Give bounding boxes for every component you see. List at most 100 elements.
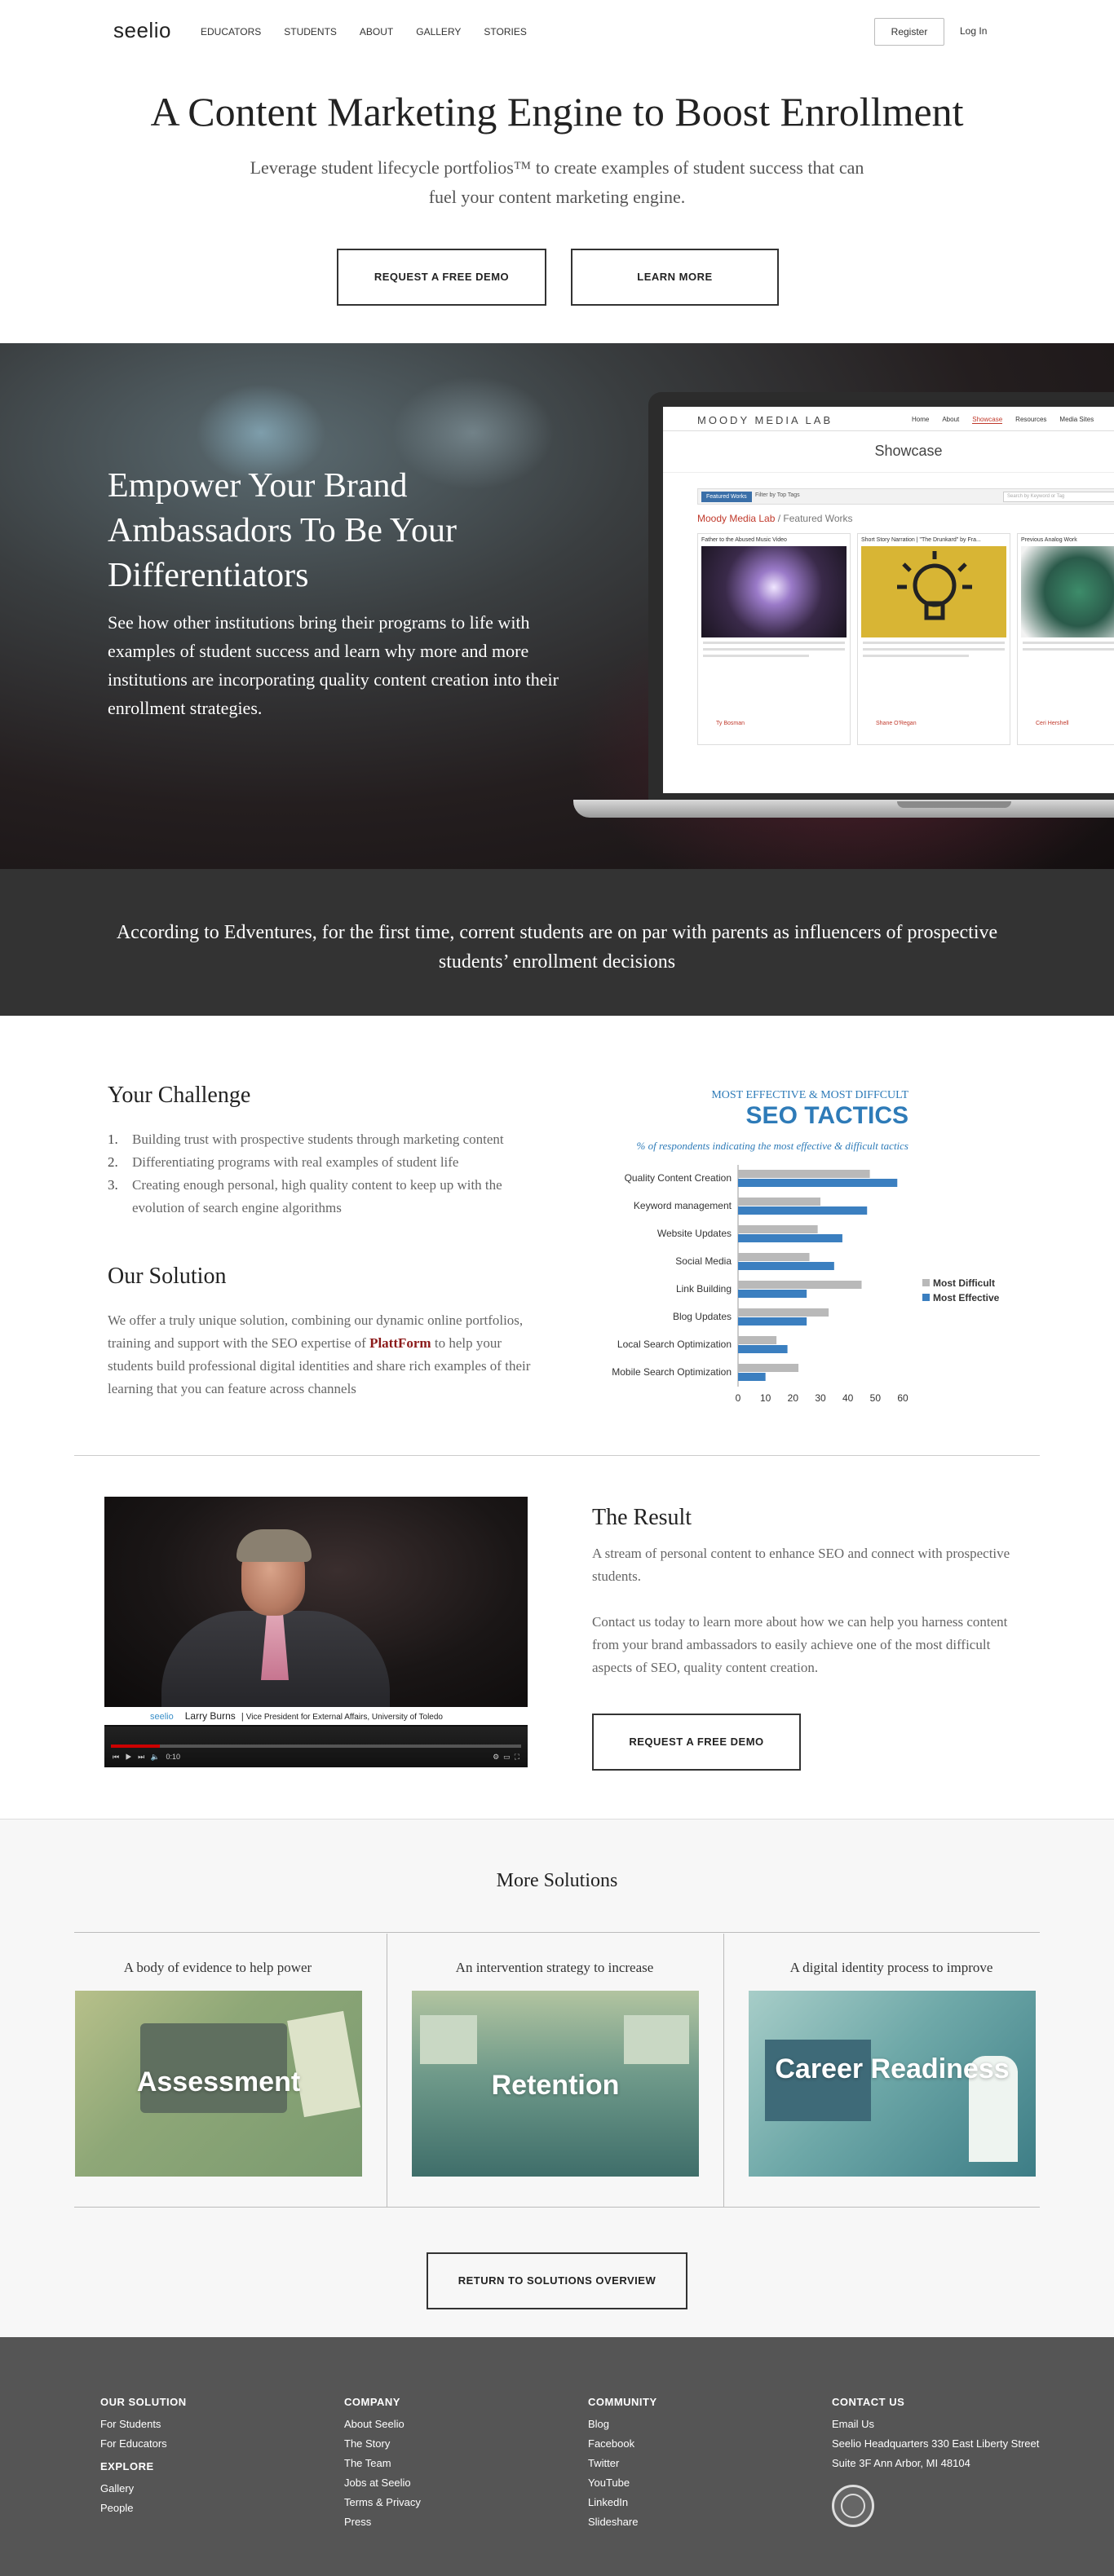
plattform-link[interactable]: PlattForm — [369, 1335, 431, 1351]
column-divider — [723, 1934, 724, 2207]
challenge-item-number: 1. — [108, 1131, 118, 1147]
captions-icon[interactable]: ▭ — [503, 1753, 511, 1761]
laptop-mockup: MOODY MEDIA LAB Home About Showcase Reso… — [648, 392, 1114, 808]
challenge-list: 1. Building trust with prospective studen… — [108, 1128, 532, 1220]
video-brand: seelio — [150, 1712, 174, 1722]
chart-bar — [738, 1373, 766, 1381]
nav-link-educators[interactable]: EDUCATORS — [201, 26, 261, 37]
video-controls-row: ⏮ ▶ ⏭ 🔈 0:10 — [113, 1753, 180, 1762]
screen-card-text — [863, 648, 1005, 651]
footer-link[interactable]: People — [100, 2499, 304, 2518]
footer-link[interactable]: For Educators — [100, 2434, 304, 2454]
chart-tick-label: 40 — [842, 1392, 854, 1404]
lightbulb-image — [861, 546, 1006, 637]
challenge-item-text: Differentiating programs with real examp… — [132, 1154, 459, 1170]
nav-link-stories[interactable]: STORIES — [484, 26, 526, 37]
footer-link[interactable]: LinkedIn — [588, 2493, 792, 2512]
play-icon[interactable]: ▶ — [126, 1753, 132, 1761]
volume-icon[interactable]: 🔈 — [151, 1753, 160, 1761]
register-button[interactable]: Register — [874, 18, 944, 46]
footer-link[interactable]: Terms & Privacy — [344, 2493, 548, 2512]
footer-link[interactable]: Press — [344, 2512, 548, 2532]
screen-card: Short Story Narration | "The Drunkard" b… — [857, 533, 1010, 745]
chart-bar — [738, 1317, 807, 1325]
screen-nav-item: Home — [912, 416, 930, 423]
learn-more-button[interactable]: LEARN MORE — [571, 249, 779, 306]
video-progress-bar[interactable] — [111, 1745, 521, 1748]
footer-col-solution: OUR SOLUTION For Students For Educators … — [100, 2396, 304, 2518]
chart-bar — [738, 1308, 829, 1317]
testimonial-video[interactable]: seelio Larry Burns | Vice President for E… — [104, 1497, 528, 1767]
chart-tick-label: 20 — [788, 1392, 799, 1404]
seelio-logo[interactable]: seelio — [113, 18, 171, 43]
skip-back-icon[interactable]: ⏮ — [113, 1753, 119, 1761]
nav-link-about[interactable]: ABOUT — [360, 26, 393, 37]
request-demo-button[interactable]: REQUEST A FREE DEMO — [337, 249, 546, 306]
assessment-card[interactable]: Assessment — [75, 1991, 362, 2177]
nav-link-gallery[interactable]: GALLERY — [416, 26, 461, 37]
footer-link[interactable]: Jobs at Seelio — [344, 2473, 548, 2493]
chart-bar — [738, 1179, 898, 1187]
footer-link[interactable]: Blog — [588, 2415, 792, 2434]
chart-bar — [738, 1253, 810, 1261]
section-divider — [74, 2207, 1040, 2208]
footer-link[interactable]: Facebook — [588, 2434, 792, 2454]
footer-link[interactable]: The Story — [344, 2434, 548, 2454]
chart-bar — [738, 1345, 788, 1353]
chart-bar — [738, 1234, 842, 1242]
challenge-section: Your Challenge 1. Building trust with pro… — [0, 1016, 1114, 1456]
footer-link[interactable]: About Seelio — [344, 2415, 548, 2434]
return-overview-button[interactable]: RETURN TO SOLUTIONS OVERVIEW — [427, 2252, 687, 2309]
footer-link[interactable]: The Team — [344, 2454, 548, 2473]
challenge-item-text: Building trust with prospective students… — [132, 1131, 504, 1147]
challenge-item: 3. Creating enough personal, high quality… — [108, 1174, 532, 1220]
more-solutions-title: More Solutions — [496, 1870, 618, 1891]
screen-divider — [663, 472, 1114, 473]
footer-link[interactable]: YouTube — [588, 2473, 792, 2493]
screen-title: Showcase — [874, 443, 943, 459]
laptop-screen: MOODY MEDIA LAB Home About Showcase Reso… — [663, 407, 1114, 793]
screen-brand: MOODY MEDIA LAB — [697, 414, 833, 426]
footer-link[interactable]: Gallery — [100, 2479, 304, 2499]
retention-card[interactable]: Retention — [412, 1991, 699, 2177]
video-lower-third: seelio Larry Burns | Vice President for E… — [104, 1707, 528, 1725]
chart-category-label: Quality Content Creation — [625, 1172, 732, 1184]
hero-subtitle: Leverage student lifecycle portfolios™ t… — [250, 157, 864, 207]
screen-card-image — [701, 546, 847, 637]
solution-word: Assessment — [136, 2067, 301, 2097]
screen-card-text — [703, 655, 810, 657]
chart-bar — [738, 1290, 807, 1298]
fullscreen-icon[interactable]: ⛶ — [515, 1753, 519, 1761]
challenge-item: 1. Building trust with prospective studen… — [108, 1128, 532, 1151]
chart-tick-label: 30 — [815, 1392, 826, 1404]
challenge-item-number: 2. — [108, 1154, 118, 1170]
footer-link[interactable]: For Students — [100, 2415, 304, 2434]
chart-legend-swatch — [922, 1294, 930, 1301]
screen-card: Previous Analog Work Ceri Hershell — [1017, 533, 1114, 745]
award-seal-icon — [832, 2485, 874, 2527]
chart-tick-label: 10 — [760, 1392, 771, 1404]
result-request-demo-button[interactable]: REQUEST A FREE DEMO — [592, 1714, 801, 1771]
footer-link[interactable]: Slideshare — [588, 2512, 792, 2532]
screen-featured-tag: Featured Works — [701, 492, 752, 502]
chart-tick-label: 0 — [736, 1392, 741, 1404]
screen-nav-item-active: Showcase — [972, 416, 1003, 424]
footer-heading: EXPLORE — [100, 2460, 154, 2472]
projector-screen-photo — [624, 2015, 689, 2064]
solution-text: We offer a truly unique solution, combin… — [108, 1309, 532, 1400]
footer-link[interactable]: Twitter — [588, 2454, 792, 2473]
email-us-link[interactable]: Email Us — [832, 2415, 1093, 2434]
chart-title: SEO TACTICS — [745, 1102, 908, 1129]
skip-forward-icon[interactable]: ⏭ — [138, 1753, 144, 1761]
settings-icon[interactable]: ⚙ — [493, 1753, 499, 1761]
nav-link-students[interactable]: STUDENTS — [284, 26, 337, 37]
result-title: The Result — [592, 1505, 692, 1530]
solution-word: Retention — [491, 2070, 620, 2101]
video-controls: ⏮ ▶ ⏭ 🔈 0:10 ⚙ ▭ ⛶ — [104, 1727, 528, 1767]
banner-body: See how other institutions bring their p… — [108, 612, 559, 718]
speaker-role: Vice President for External Affairs, Uni… — [245, 1713, 443, 1722]
career-readiness-card[interactable]: Career Readiness — [749, 1991, 1036, 2177]
screen-nav-item: Resources — [1015, 416, 1047, 423]
chart-bar — [738, 1170, 870, 1178]
login-link[interactable]: Log In — [960, 25, 987, 37]
